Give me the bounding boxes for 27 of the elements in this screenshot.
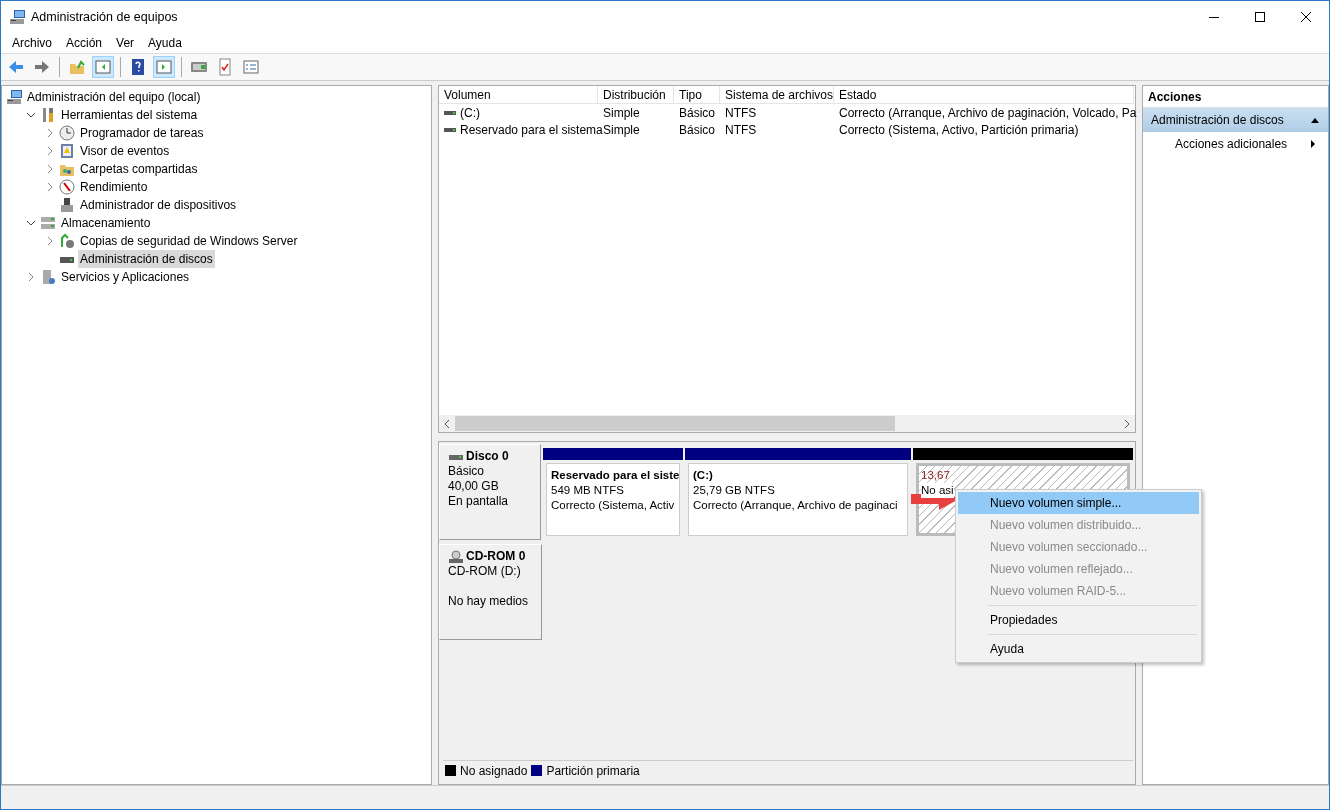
table-cell-text: Básico — [678, 121, 717, 139]
disk-name: Disco 0 — [466, 449, 509, 464]
table-cell-text: Básico — [678, 104, 717, 122]
disk-detail: CD-ROM (D:) — [448, 564, 522, 579]
legend-label: No asignado — [460, 762, 528, 780]
table-cell-text: Correcto (Sistema, Activo, Partición primaria) — [838, 121, 1080, 139]
table-cell-text: Simple — [602, 104, 641, 122]
disk-name: CD-ROM 0 — [466, 549, 526, 564]
table-cell-text: NTFS — [724, 104, 758, 122]
partition-title: (C:) — [693, 468, 714, 483]
disk-detail: No hay medios — [448, 594, 530, 609]
legend-label: Partición primaria — [546, 762, 640, 780]
partition-detail: Correcto (Sistema, Activ — [551, 498, 675, 513]
action-label: Acciones adicionales — [1175, 136, 1288, 153]
disk-detail: Básico — [448, 464, 486, 479]
partition-detail: Correcto (Arranque, Archivo de paginaci — [693, 498, 899, 513]
partition-detail: No asi — [921, 483, 954, 498]
table-cell-text: (C:) — [460, 104, 480, 122]
partition-detail: 25,79 GB NTFS — [693, 483, 776, 498]
disk-detail: En pantalla — [448, 494, 510, 509]
disk-detail: 40,00 GB — [448, 479, 500, 494]
table-cell-text: NTFS — [724, 121, 758, 139]
partition-detail: 13,67 — [921, 468, 950, 483]
partition-detail: 549 MB NTFS — [551, 483, 625, 498]
section-title: Administración de discos — [1151, 112, 1284, 129]
window-title: Administración de equipos — [31, 8, 178, 26]
table-cell-text: Reservado para el sistema — [460, 121, 603, 139]
